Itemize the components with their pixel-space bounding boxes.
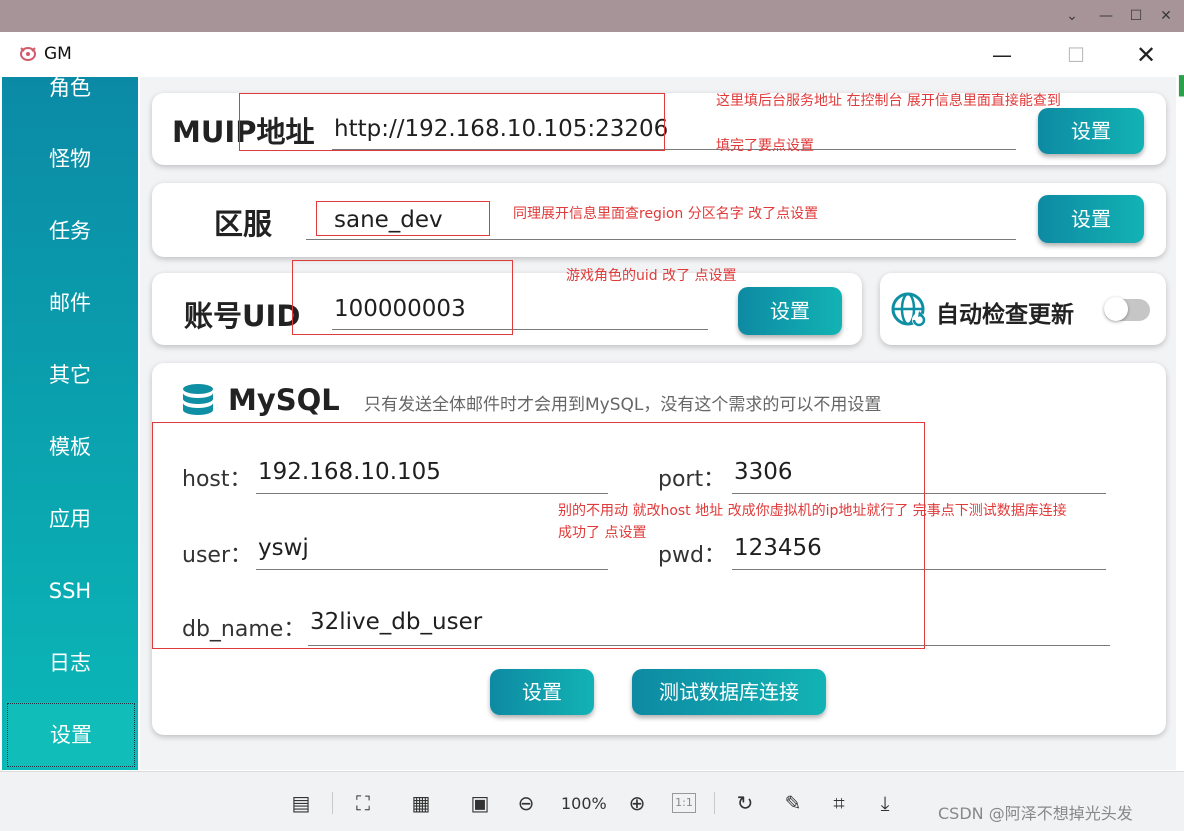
- muip-annotation-box: [239, 93, 665, 151]
- sidebar: 角色 怪物 任务 邮件 其它 模板 应用 SSH 日志 设置: [2, 77, 138, 770]
- close-icon[interactable]: ✕: [1156, 6, 1176, 26]
- edit-icon[interactable]: ✎: [780, 790, 806, 816]
- actual-size-button[interactable]: 1:1: [672, 793, 696, 813]
- mysql-subtitle: 只有发送全体邮件时才会用到MySQL，没有这个需求的可以不用设置: [364, 395, 882, 415]
- app-logo-icon: [20, 47, 36, 61]
- sidebar-item-ssh[interactable]: SSH: [2, 571, 138, 611]
- image-viewer-toolbar: ▤ ⛶ ▦ ▣ ⊖ 100% ⊕ 1:1 ↻ ✎ ⌗ ⤓ CSDN @阿泽不想掉…: [0, 771, 1184, 831]
- sidebar-item-other[interactable]: 其它: [2, 355, 138, 395]
- uid-label: 账号UID: [184, 299, 301, 333]
- scan-icon[interactable]: ⛶: [350, 790, 376, 816]
- mysql-annotation-box: [152, 422, 925, 649]
- sidebar-item-quest[interactable]: 任务: [2, 211, 138, 251]
- sidebar-item-mail[interactable]: 邮件: [2, 283, 138, 323]
- muip-set-button[interactable]: 设置: [1038, 108, 1144, 154]
- watermark: CSDN @阿泽不想掉光头发: [938, 804, 1133, 823]
- region-input-underline: [306, 239, 1016, 240]
- app-titlebar: GM — ☐ ✕: [2, 32, 1182, 77]
- auto-update-label: 自动检查更新: [936, 302, 1074, 328]
- zoom-out-icon[interactable]: ⊖: [513, 790, 539, 816]
- background-text-fragment: ▐: [1172, 76, 1184, 97]
- minimize-icon[interactable]: —: [1096, 6, 1116, 26]
- minimize-button[interactable]: —: [982, 40, 1022, 70]
- fit-screen-icon[interactable]: ▣: [467, 790, 493, 816]
- maximize-button[interactable]: ☐: [1056, 40, 1096, 70]
- globe-refresh-icon: [891, 292, 926, 327]
- sidebar-item-app[interactable]: 应用: [2, 499, 138, 539]
- mysql-title: MySQL: [228, 383, 340, 417]
- rotate-icon[interactable]: ↻: [732, 790, 758, 816]
- toolbar-divider: [332, 792, 333, 814]
- close-button[interactable]: ✕: [1126, 40, 1166, 70]
- mysql-note-line1: 别的不用动 就改host 地址 改成你虚拟机的ip地址就行了 完事点下测试数据库…: [558, 503, 1067, 519]
- ocr-icon[interactable]: ▦: [408, 790, 434, 816]
- background-window-titlebar: ⌄ — ☐ ✕: [0, 0, 1184, 32]
- zoom-level: 100%: [561, 794, 607, 813]
- uid-note: 游戏角色的uid 改了 点设置: [566, 268, 737, 284]
- sidebar-item-log[interactable]: 日志: [2, 643, 138, 683]
- region-label: 区服: [214, 207, 273, 241]
- maximize-icon[interactable]: ☐: [1126, 6, 1146, 26]
- region-note: 同理展开信息里面查region 分区名字 改了点设置: [513, 206, 819, 222]
- auto-update-toggle[interactable]: [1104, 297, 1150, 321]
- crop-icon[interactable]: ⌗: [826, 790, 852, 816]
- database-icon: [183, 384, 213, 415]
- toggle-knob: [1104, 297, 1128, 321]
- auto-update-card: 自动检查更新: [880, 273, 1166, 345]
- region-set-button[interactable]: 设置: [1038, 195, 1144, 243]
- window-title: GM: [44, 44, 72, 64]
- region-annotation-box: [316, 201, 490, 236]
- zoom-in-icon[interactable]: ⊕: [624, 790, 650, 816]
- chevron-down-icon[interactable]: ⌄: [1062, 6, 1082, 26]
- mysql-note-line2: 成功了 点设置: [558, 525, 647, 541]
- download-icon[interactable]: ⤓: [872, 790, 898, 816]
- sidebar-item-template[interactable]: 模板: [2, 427, 138, 467]
- uid-set-button[interactable]: 设置: [738, 287, 842, 335]
- mysql-set-button[interactable]: 设置: [490, 669, 594, 715]
- sidebar-item-monster[interactable]: 怪物: [2, 139, 138, 179]
- muip-note-line2: 填完了要点设置: [716, 138, 814, 154]
- sidebar-item-role[interactable]: 角色: [2, 77, 138, 103]
- layout-icon[interactable]: ▤: [288, 790, 314, 816]
- muip-note-line1: 这里填后台服务地址 在控制台 展开信息里面直接能查到: [716, 93, 1061, 109]
- uid-annotation-box: [292, 260, 513, 335]
- toolbar-divider: [714, 792, 715, 814]
- test-db-connection-button[interactable]: 测试数据库连接: [632, 669, 826, 715]
- sidebar-item-settings[interactable]: 设置: [6, 702, 136, 768]
